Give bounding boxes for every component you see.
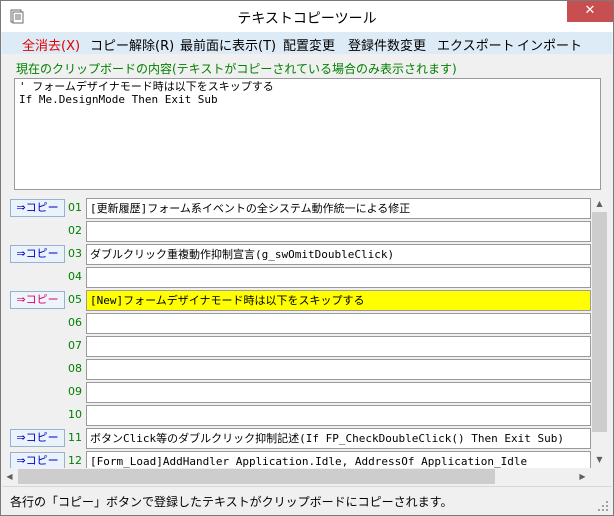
copy-button-05[interactable]: ⇒コピー <box>10 291 65 309</box>
entry-row-03: ⇒コピー 03 ダブルクリック重複動作抑制宣言(g_swOmitDoubleCl… <box>1 243 614 266</box>
entry-field-07[interactable] <box>86 336 591 357</box>
row-number: 12 <box>68 454 82 467</box>
row-number: 04 <box>68 270 82 283</box>
entry-row-01: ⇒コピー 01 [更新履歴]フォーム系イベントの全システム動作統一による修正 <box>1 197 614 220</box>
resize-grip-icon[interactable] <box>597 500 609 512</box>
chevron-down-icon[interactable]: ▼ <box>591 451 608 468</box>
entry-row-04: 04 <box>1 266 614 289</box>
row-number: 05 <box>68 293 82 306</box>
title-bar[interactable]: テキストコピーツール ✕ <box>1 1 613 32</box>
chevron-up-icon[interactable]: ▲ <box>591 195 608 212</box>
menu-import[interactable]: インポート <box>517 35 582 54</box>
entry-row-11: ⇒コピー 11 ボタンClick等のダブルクリック抑制記述(If FP_Chec… <box>1 427 614 450</box>
copy-button-01[interactable]: ⇒コピー <box>10 199 65 217</box>
vertical-scroll-thumb[interactable] <box>592 212 607 432</box>
window-title: テキストコピーツール <box>237 11 377 27</box>
menu-change-layout[interactable]: 配置変更 <box>283 35 335 54</box>
entry-field-09[interactable] <box>86 382 591 403</box>
row-number: 03 <box>68 247 82 260</box>
menu-bar: 全消去(X) コピー解除(R) 最前面に表示(T) 配置変更 登録件数変更 エク… <box>2 32 612 54</box>
entry-field-01[interactable]: [更新履歴]フォーム系イベントの全システム動作統一による修正 <box>86 198 591 219</box>
vertical-scrollbar[interactable]: ▲ ▼ <box>591 195 608 468</box>
menu-clear-all[interactable]: 全消去(X) <box>22 35 80 54</box>
menu-always-on-top[interactable]: 最前面に表示(T) <box>180 35 276 54</box>
entry-field-04[interactable] <box>86 267 591 288</box>
row-number: 07 <box>68 339 82 352</box>
entry-field-05[interactable]: [New]フォームデザイナモード時は以下をスキップする <box>86 290 591 311</box>
entry-row-06: 06 <box>1 312 614 335</box>
status-bar: 各行の「コピー」ボタンで登録したテキストがクリップボードにコピーされます。 <box>2 486 612 515</box>
entry-field-08[interactable] <box>86 359 591 380</box>
row-number: 11 <box>68 431 82 444</box>
app-window: テキストコピーツール ✕ 全消去(X) コピー解除(R) 最前面に表示(T) 配… <box>0 0 614 516</box>
clipboard-content[interactable]: ' フォームデザイナモード時は以下をスキップする If Me.DesignMod… <box>14 78 601 190</box>
menu-release-copy[interactable]: コピー解除(R) <box>90 35 174 54</box>
close-icon: ✕ <box>584 3 596 18</box>
entry-row-07: 07 <box>1 335 614 358</box>
copy-button-11[interactable]: ⇒コピー <box>10 429 65 447</box>
horizontal-scroll-thumb[interactable] <box>18 469 495 484</box>
entry-list: ⇒コピー 01 [更新履歴]フォーム系イベントの全システム動作統一による修正 0… <box>1 195 614 472</box>
menu-export[interactable]: エクスポート <box>437 35 515 54</box>
row-number: 02 <box>68 224 82 237</box>
row-number: 01 <box>68 201 82 214</box>
row-number: 10 <box>68 408 82 421</box>
entry-row-09: 09 <box>1 381 614 404</box>
entry-field-06[interactable] <box>86 313 591 334</box>
entry-field-02[interactable] <box>86 221 591 242</box>
clipboard-label: 現在のクリップボードの内容(テキストがコピーされている場合のみ表示されます) <box>16 62 457 76</box>
close-button[interactable]: ✕ <box>567 1 613 22</box>
horizontal-scrollbar[interactable]: ◀ ▶ <box>1 468 591 485</box>
entry-row-08: 08 <box>1 358 614 381</box>
chevron-left-icon[interactable]: ◀ <box>1 468 18 485</box>
status-text: 各行の「コピー」ボタンで登録したテキストがクリップボードにコピーされます。 <box>10 495 453 509</box>
entry-row-10: 10 <box>1 404 614 427</box>
chevron-right-icon[interactable]: ▶ <box>574 468 591 485</box>
menu-change-count[interactable]: 登録件数変更 <box>348 35 426 54</box>
entry-field-03[interactable]: ダブルクリック重複動作抑制宣言(g_swOmitDoubleClick) <box>86 244 591 265</box>
copy-button-03[interactable]: ⇒コピー <box>10 245 65 263</box>
row-number: 09 <box>68 385 82 398</box>
entry-field-10[interactable] <box>86 405 591 426</box>
row-number: 06 <box>68 316 82 329</box>
entry-row-05: ⇒コピー 05 [New]フォームデザイナモード時は以下をスキップする <box>1 289 614 312</box>
entry-field-11[interactable]: ボタンClick等のダブルクリック抑制記述(If FP_CheckDoubleC… <box>86 428 591 449</box>
row-number: 08 <box>68 362 82 375</box>
entry-row-02: 02 <box>1 220 614 243</box>
